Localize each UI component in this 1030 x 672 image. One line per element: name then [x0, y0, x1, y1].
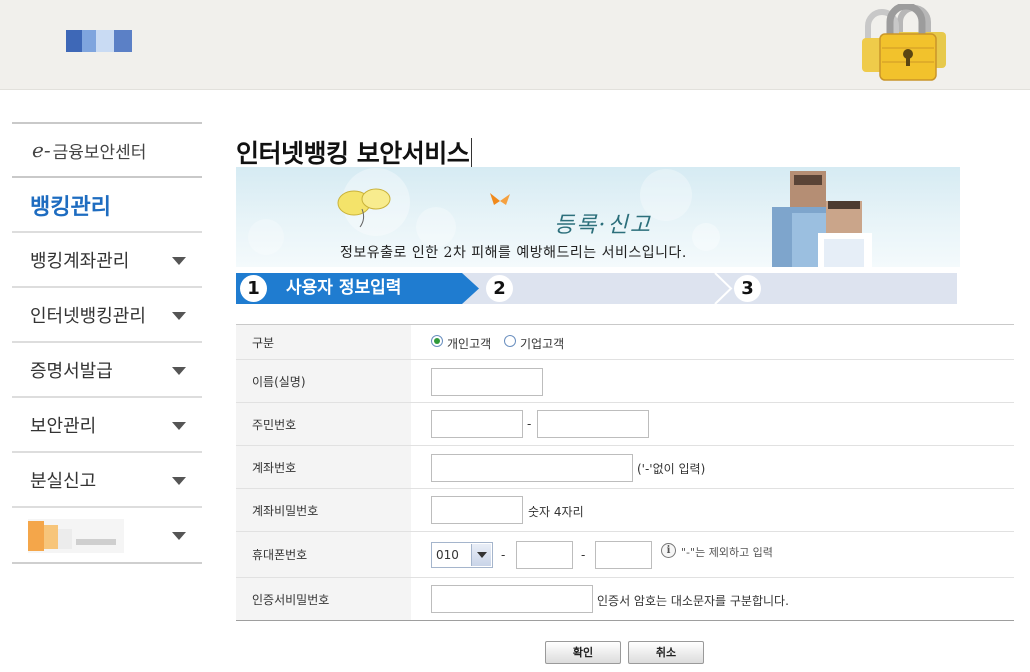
step-divider-icon	[714, 273, 733, 304]
step-2-number: 2	[486, 275, 513, 302]
phone-prefix-select[interactable]: 010	[431, 542, 493, 568]
resident-number-first-input[interactable]	[431, 410, 523, 438]
form-label: 계좌비밀번호	[236, 489, 411, 531]
sidebar-item-label: 증명서발급	[30, 360, 113, 382]
sidebar-item-label: 분실신고	[30, 470, 97, 492]
phone-prefix-value: 010	[436, 548, 459, 562]
form-label: 이름(실명)	[236, 360, 411, 402]
radio-individual-label: 개인고객	[447, 337, 492, 351]
form-label: 인증서비밀번호	[236, 578, 411, 620]
sidebar-item-label: 인터넷뱅킹관리	[30, 305, 146, 327]
kfta-logo[interactable]	[66, 30, 132, 52]
certificate-password-input[interactable]	[431, 585, 593, 613]
registration-form: 구분 개인고객 기업고객 이름(실명) 주민번호 - 계좌번호 ('-'없이 입…	[236, 324, 1014, 621]
chevron-down-icon	[172, 367, 186, 375]
butterfly-icon	[337, 188, 391, 228]
sidebar-item-certificate[interactable]: 증명서발급	[12, 343, 202, 398]
chevron-down-icon	[172, 477, 186, 485]
sidebar: e- 금융보안센터 뱅킹관리 뱅킹계좌관리 인터넷뱅킹관리 증명서발급 보안관리…	[12, 122, 202, 564]
chevron-down-icon	[172, 422, 186, 430]
radio-individual[interactable]	[431, 335, 443, 347]
site-banner	[28, 519, 124, 553]
form-row-account: 계좌번호 ('-'없이 입력)	[236, 446, 1014, 489]
form-row-type: 구분 개인고객 기업고객	[236, 325, 1014, 360]
separator: -	[581, 548, 586, 562]
chevron-down-icon	[172, 257, 186, 265]
sidebar-heading-prefix: e-	[32, 138, 51, 162]
form-row-resident: 주민번호 -	[236, 403, 1014, 446]
form-row-account-password: 계좌비밀번호 숫자 4자리	[236, 489, 1014, 532]
step-label: 사용자 정보입력	[286, 278, 402, 298]
sidebar-item-label: 보안관리	[30, 415, 97, 437]
info-icon: i	[661, 543, 676, 558]
cancel-button[interactable]: 취소	[628, 641, 704, 664]
phone-last-input[interactable]	[595, 541, 652, 569]
form-row-name: 이름(실명)	[236, 360, 1014, 403]
sidebar-item-loss-report[interactable]: 분실신고	[12, 453, 202, 508]
hero-banner: 등록·신고 정보유출로 인한 2차 피해를 예방해드리는 서비스입니다.	[236, 167, 960, 267]
name-input[interactable]	[431, 368, 543, 396]
account-hint: ('-'없이 입력)	[637, 462, 706, 476]
form-row-phone: 휴대폰번호 010 - - i "-"는 제외하고 입력	[236, 532, 1014, 578]
form-label: 계좌번호	[236, 446, 411, 488]
sidebar-banner[interactable]	[12, 508, 202, 564]
phone-middle-input[interactable]	[516, 541, 573, 569]
form-label: 주민번호	[236, 403, 411, 445]
form-label: 구분	[236, 325, 411, 359]
page-title: 인터넷뱅킹 보안서비스	[236, 138, 473, 170]
step-number: 1	[240, 275, 267, 302]
sidebar-item-internet-banking[interactable]: 인터넷뱅킹관리	[12, 288, 202, 343]
radio-corporate[interactable]	[504, 335, 516, 347]
sidebar-item-account-management[interactable]: 뱅킹계좌관리	[12, 233, 202, 288]
page-header	[0, 0, 1030, 90]
account-password-input[interactable]	[431, 496, 523, 524]
phone-hint: "-"는 제외하고 입력	[681, 546, 773, 559]
form-row-cert-password: 인증서비밀번호 인증서 암호는 대소문자를 구분합니다.	[236, 578, 1014, 620]
small-butterfly-icon	[490, 193, 510, 205]
separator: -	[501, 548, 506, 562]
chevron-down-icon	[471, 544, 491, 566]
radio-corporate-label: 기업고객	[520, 337, 565, 351]
progress-steps: 1 사용자 정보입력 2 3	[236, 273, 957, 304]
sidebar-item-label: 뱅킹계좌관리	[30, 250, 130, 272]
hero-heading: 등록·신고	[554, 213, 652, 238]
account-password-hint: 숫자 4자리	[528, 505, 584, 519]
chevron-down-icon	[172, 532, 186, 540]
resident-number-second-input[interactable]	[537, 410, 649, 438]
padlock-icon	[862, 4, 946, 81]
form-label: 휴대폰번호	[236, 532, 411, 577]
chevron-down-icon	[172, 312, 186, 320]
sidebar-item-security[interactable]: 보안관리	[12, 398, 202, 453]
hero-description: 정보유출로 인한 2차 피해를 예방해드리는 서비스입니다.	[340, 245, 687, 261]
certificate-password-hint: 인증서 암호는 대소문자를 구분합니다.	[597, 594, 789, 608]
people-photo	[772, 171, 872, 267]
sidebar-heading: e- 금융보안센터	[12, 122, 202, 178]
separator: -	[527, 417, 532, 431]
step-1: 1 사용자 정보입력	[236, 273, 479, 304]
step-3-number: 3	[734, 275, 761, 302]
confirm-button[interactable]: 확인	[545, 641, 621, 664]
sidebar-section-title: 뱅킹관리	[12, 178, 202, 233]
sidebar-heading-text: 금융보안센터	[52, 142, 147, 163]
account-number-input[interactable]	[431, 454, 633, 482]
